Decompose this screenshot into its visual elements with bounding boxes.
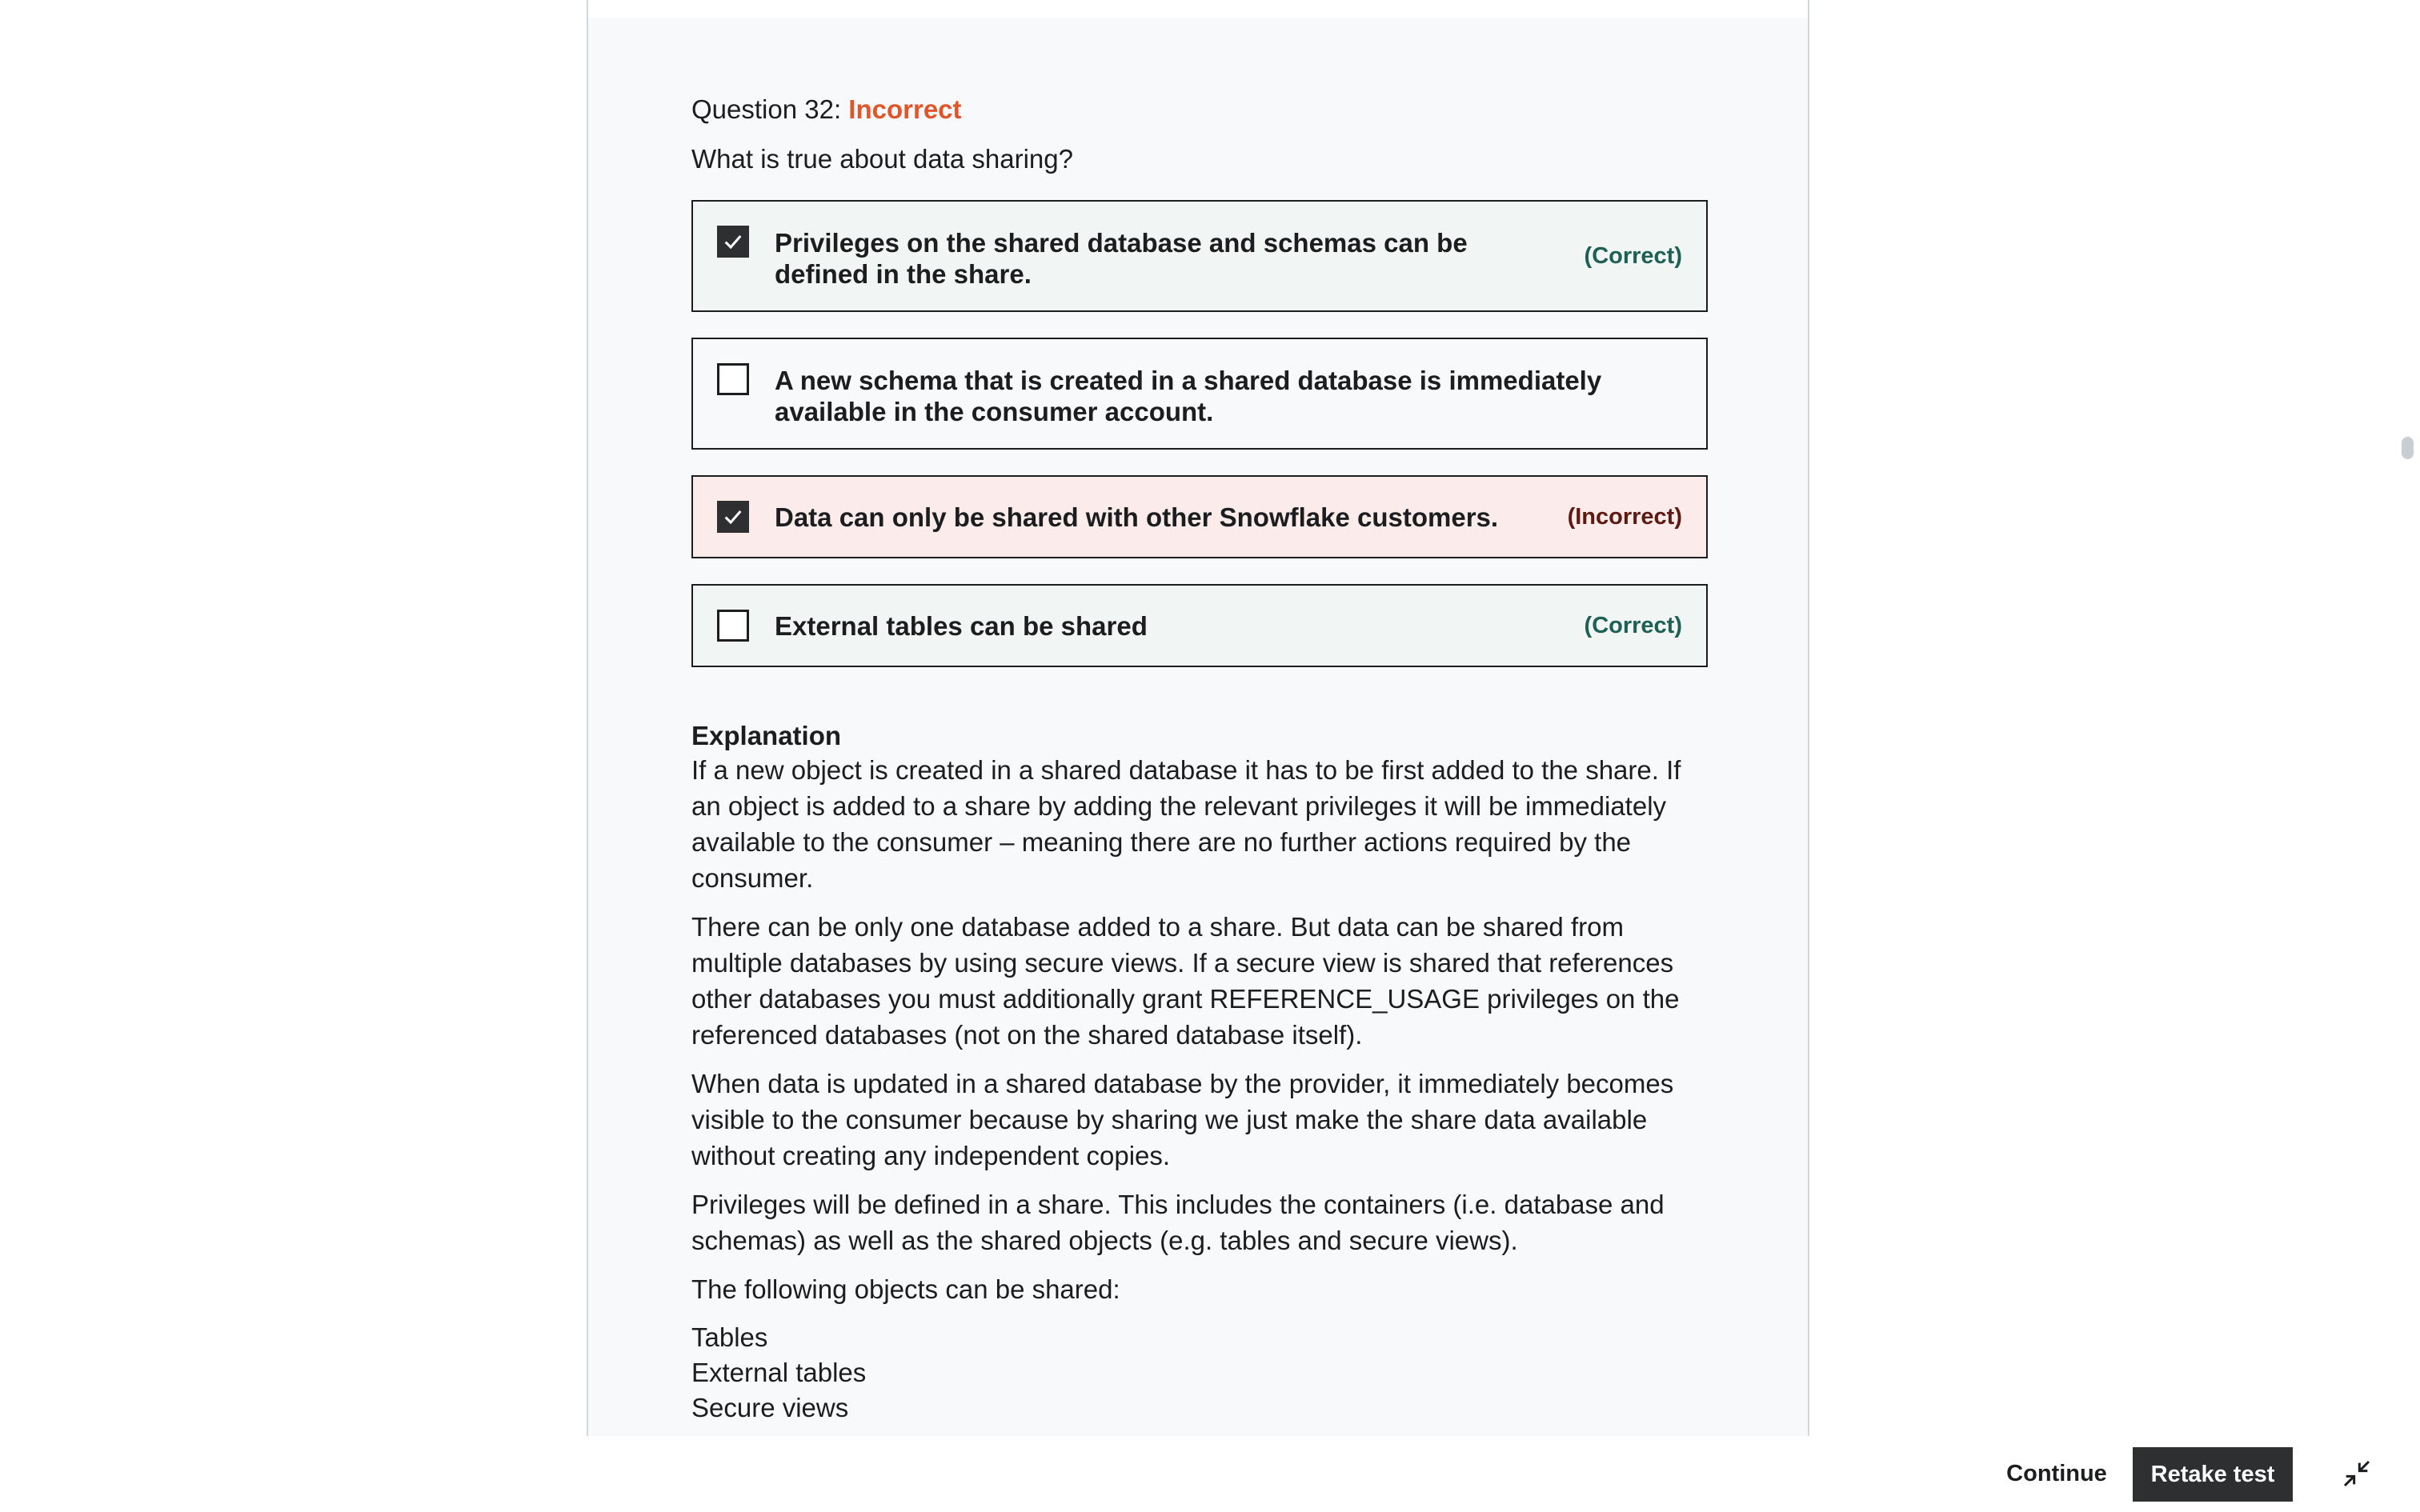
explanation-paragraph: There can be only one database added to … xyxy=(691,912,1680,1050)
answer-correct-mark: (Correct) xyxy=(1584,612,1682,638)
explanation-paragraph: When data is updated in a shared databas… xyxy=(691,1069,1674,1170)
question-content: Question 32: Incorrect What is true abou… xyxy=(691,91,1708,1426)
check-icon xyxy=(724,235,742,250)
panel-top-strip xyxy=(588,0,1808,18)
answer-checkbox-checked[interactable] xyxy=(717,501,749,533)
answer-option-4[interactable]: External tables can be shared (Correct) xyxy=(691,584,1708,667)
explanation-paragraph: If a new object is created in a shared d… xyxy=(691,755,1681,893)
explanation-title: Explanation xyxy=(691,721,842,750)
question-panel: Question 32: Incorrect What is true abou… xyxy=(587,0,1809,1437)
collapse-button[interactable] xyxy=(2337,1454,2377,1494)
explanation-section: Explanation If a new object is created i… xyxy=(691,720,1708,1426)
continue-button[interactable]: Continue xyxy=(2001,1436,2113,1512)
question-number: Question 32: xyxy=(691,94,842,124)
page: Question 32: Incorrect What is true abou… xyxy=(0,0,2420,1512)
answer-correct-mark: (Correct) xyxy=(1584,242,1682,269)
question-header: Question 32: Incorrect xyxy=(691,91,1708,128)
question-prompt: What is true about data sharing? xyxy=(691,144,1073,174)
answer-text: Data can only be shared with other Snowf… xyxy=(775,502,1499,532)
shareable-object-item: Tables xyxy=(691,1322,768,1352)
answer-text: Privileges on the shared database and sc… xyxy=(775,228,1468,289)
question-status: Incorrect xyxy=(848,94,962,124)
answer-text: External tables can be shared xyxy=(775,610,1148,641)
collapse-icon xyxy=(2343,1460,2370,1487)
answer-option-1[interactable]: Privileges on the shared database and sc… xyxy=(691,200,1708,312)
shareable-object-item: Secure views xyxy=(691,1393,849,1422)
shareable-object-item: External tables xyxy=(691,1358,867,1387)
answer-checkbox-checked[interactable] xyxy=(717,226,749,258)
check-icon xyxy=(724,510,742,525)
retake-test-button[interactable]: Retake test xyxy=(2133,1447,2293,1502)
answer-incorrect-mark: (Incorrect) xyxy=(1567,503,1682,530)
answer-option-3[interactable]: Data can only be shared with other Snowf… xyxy=(691,475,1708,558)
answer-checkbox[interactable] xyxy=(717,610,749,642)
explanation-paragraph: The following objects can be shared: xyxy=(691,1274,1120,1304)
scrollbar-thumb[interactable] xyxy=(2402,437,2414,459)
answer-checkbox[interactable] xyxy=(717,363,749,395)
footer-bar: Continue Retake test xyxy=(0,1436,2420,1512)
answer-list: Privileges on the shared database and sc… xyxy=(691,200,1708,667)
answer-option-2[interactable]: A new schema that is created in a shared… xyxy=(691,338,1708,450)
answer-text: A new schema that is created in a shared… xyxy=(775,366,1602,426)
explanation-paragraph: Privileges will be defined in a share. T… xyxy=(691,1190,1665,1255)
